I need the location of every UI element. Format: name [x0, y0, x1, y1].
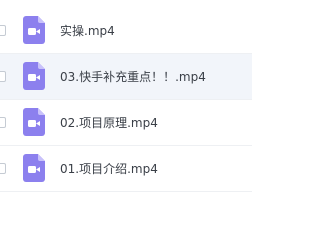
- file-list: 实操.mp4 03.快手补充重点！！.mp4 02.项目原理.mp4 01.项目…: [0, 0, 252, 204]
- video-file-icon: [23, 108, 45, 136]
- video-file-icon: [23, 16, 45, 44]
- file-name[interactable]: 03.快手补充重点！！.mp4: [60, 54, 206, 100]
- file-row[interactable]: 03.快手补充重点！！.mp4: [0, 54, 252, 100]
- file-row[interactable]: 02.项目原理.mp4: [0, 100, 252, 146]
- file-name[interactable]: 实操.mp4: [60, 8, 115, 54]
- video-file-icon: [23, 154, 45, 182]
- file-row[interactable]: 01.项目介绍.mp4: [0, 146, 252, 192]
- file-row[interactable]: 实操.mp4: [0, 8, 252, 54]
- file-name[interactable]: 01.项目介绍.mp4: [60, 146, 158, 192]
- row-checkbox[interactable]: [0, 117, 6, 128]
- row-checkbox[interactable]: [0, 163, 6, 174]
- row-checkbox[interactable]: [0, 71, 6, 82]
- video-file-icon: [23, 62, 45, 90]
- file-name[interactable]: 02.项目原理.mp4: [60, 100, 158, 146]
- row-checkbox[interactable]: [0, 25, 6, 36]
